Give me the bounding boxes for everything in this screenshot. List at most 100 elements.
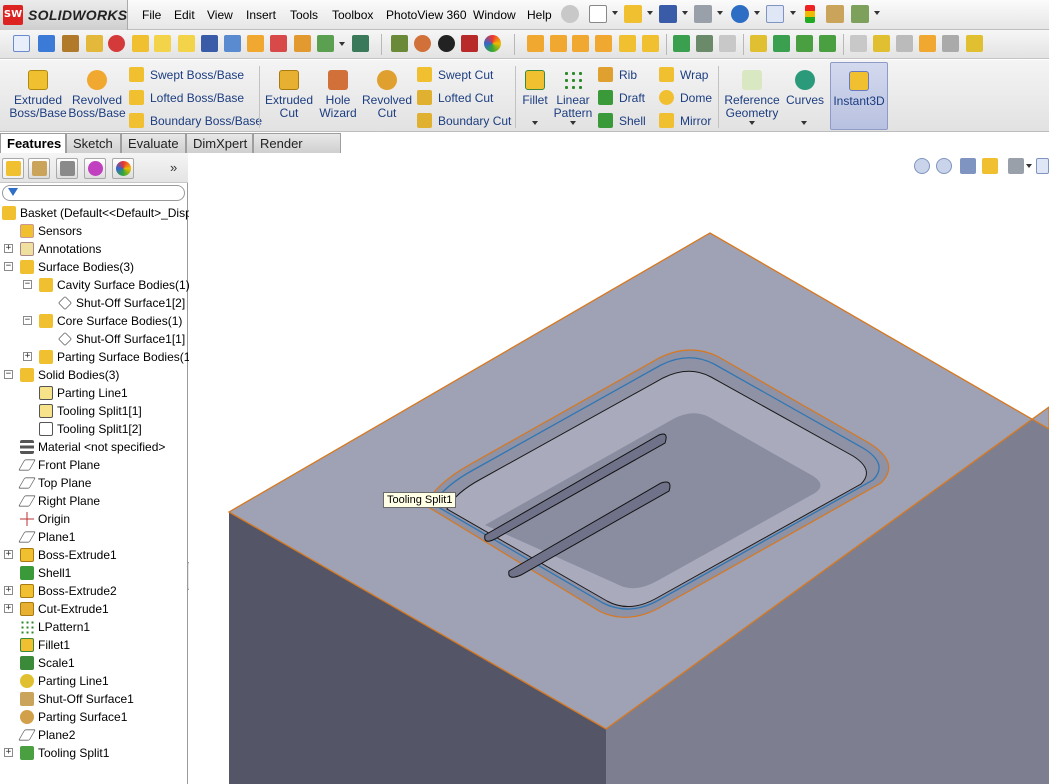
tree-item-origin[interactable]: Origin xyxy=(20,510,70,528)
checkbox-icon[interactable] xyxy=(154,35,171,52)
revolved-boss-button[interactable]: Revolved Boss/Base xyxy=(68,64,126,120)
tree-item-scale1[interactable]: Scale1 xyxy=(20,654,75,672)
tree-item-shell1[interactable]: Shell1 xyxy=(20,564,71,582)
configuration-manager-tab[interactable] xyxy=(56,158,78,179)
feature-tree-tab[interactable] xyxy=(2,158,24,179)
collapse-toggle[interactable]: − xyxy=(4,262,13,271)
surface-icon-2[interactable] xyxy=(550,35,567,52)
chevron-down-icon[interactable] xyxy=(647,11,653,15)
dimxpert-manager-tab[interactable] xyxy=(84,158,106,179)
swept-boss-button[interactable]: Swept Boss/Base xyxy=(129,66,244,86)
solidworks-logo[interactable]: SW SOLIDWORKS xyxy=(0,0,128,30)
sum-icon[interactable] xyxy=(201,35,218,52)
extruded-cut-button[interactable]: Extruded Cut xyxy=(264,64,314,120)
tree-item-parting-surface1[interactable]: Parting Surface1 xyxy=(20,708,127,726)
menu-edit[interactable]: Edit xyxy=(174,8,195,22)
pin-icon[interactable] xyxy=(561,5,579,23)
select-pointer-icon[interactable] xyxy=(766,5,784,23)
disabled-tool-icon[interactable] xyxy=(719,35,736,52)
tab-dimxpert[interactable]: DimXpert xyxy=(186,133,253,153)
extruded-boss-button[interactable]: Extruded Boss/Base xyxy=(8,64,68,120)
menu-tools[interactable]: Tools xyxy=(290,8,318,22)
ruled-surface-icon[interactable] xyxy=(896,35,913,52)
boundary-boss-button[interactable]: Boundary Boss/Base xyxy=(129,112,262,132)
chevron-down-icon[interactable] xyxy=(339,42,345,46)
tab-sketch[interactable]: Sketch xyxy=(66,133,121,153)
rebuild-icon[interactable] xyxy=(805,5,815,23)
display-style-icon[interactable] xyxy=(1036,158,1049,174)
tree-item-shut-off-surface-1[interactable]: Shut-Off Surface1[1] xyxy=(58,330,185,348)
lofted-boss-button[interactable]: Lofted Boss/Base xyxy=(129,89,244,109)
menu-file[interactable]: File xyxy=(142,8,161,22)
expand-toggle[interactable]: + xyxy=(4,586,13,595)
save-icon[interactable] xyxy=(659,5,677,23)
menu-view[interactable]: View xyxy=(207,8,233,22)
checkbox-icon-2[interactable] xyxy=(178,35,195,52)
chevron-down-icon[interactable] xyxy=(874,11,880,15)
surface-icon-4[interactable] xyxy=(595,35,612,52)
offset-surface-icon[interactable] xyxy=(942,35,959,52)
tree-item-material[interactable]: Material <not specified> xyxy=(20,438,165,456)
tree-item-cavity-surface-bodies[interactable]: Cavity Surface Bodies(1) xyxy=(39,276,190,294)
draft-analysis-icon[interactable] xyxy=(247,35,264,52)
tree-item-tooling-split1-1[interactable]: Tooling Split1[1] xyxy=(39,402,142,420)
tree-item-surface-bodies[interactable]: Surface Bodies(3) xyxy=(20,258,134,276)
core-tool-icon[interactable] xyxy=(873,35,890,52)
stop-icon[interactable] xyxy=(461,35,478,52)
tree-item-right-plane[interactable]: Right Plane xyxy=(18,492,100,510)
tooling-split-icon[interactable] xyxy=(819,35,836,52)
collapse-toggle[interactable]: − xyxy=(23,280,32,289)
expand-toggle[interactable]: + xyxy=(4,244,13,253)
traffic-light-icon[interactable] xyxy=(132,35,149,52)
tree-item-parting-line1[interactable]: Parting Line1 xyxy=(20,672,109,690)
tree-item-plane2[interactable]: Plane2 xyxy=(18,726,75,744)
display-manager-tab[interactable] xyxy=(112,158,134,179)
zoom-to-area-icon[interactable] xyxy=(936,158,952,174)
parting-line-analysis-icon[interactable] xyxy=(294,35,311,52)
split-line-icon[interactable] xyxy=(966,35,983,52)
tree-item-sensors[interactable]: Sensors xyxy=(20,222,82,240)
reference-geometry-button[interactable]: Reference Geometry xyxy=(722,64,782,120)
tree-item-solid-bodies[interactable]: Solid Bodies(3) xyxy=(20,366,119,384)
menu-help[interactable]: Help xyxy=(527,8,552,22)
chevron-down-icon[interactable] xyxy=(570,121,576,125)
property-manager-tab[interactable] xyxy=(28,158,50,179)
tree-item-cut-extrude1[interactable]: Cut-Extrude1 xyxy=(20,600,109,618)
dome-button[interactable]: Dome xyxy=(659,89,712,109)
chevron-down-icon[interactable] xyxy=(682,11,688,15)
chevron-down-icon[interactable] xyxy=(749,121,755,125)
mirror-button[interactable]: Mirror xyxy=(659,112,711,132)
tree-filter-input[interactable] xyxy=(2,185,185,201)
rib-button[interactable]: Rib xyxy=(598,66,637,86)
parting-line-icon[interactable] xyxy=(750,35,767,52)
mold-tools-icon[interactable] xyxy=(391,35,408,52)
tree-item-tooling-split1[interactable]: Tooling Split1 xyxy=(20,744,109,762)
draft-button[interactable]: Draft xyxy=(598,89,645,109)
tree-item-boss-extrude2[interactable]: Boss-Extrude2 xyxy=(20,582,117,600)
expand-toggle[interactable]: + xyxy=(4,748,13,757)
chevron-down-icon[interactable] xyxy=(612,11,618,15)
new-document-icon[interactable] xyxy=(589,5,607,23)
undo-icon[interactable] xyxy=(731,5,749,23)
zoom-to-fit-icon[interactable] xyxy=(914,158,930,174)
tab-features[interactable]: Features xyxy=(0,133,66,153)
scale-icon[interactable] xyxy=(414,35,431,52)
chevron-down-icon[interactable] xyxy=(717,11,723,15)
tree-item-annotations[interactable]: Annotations xyxy=(20,240,101,258)
tree-item-top-plane[interactable]: Top Plane xyxy=(18,474,91,492)
interference-icon[interactable] xyxy=(224,35,241,52)
print-icon[interactable] xyxy=(694,5,712,23)
tree-item-shut-off-surface-2[interactable]: Shut-Off Surface1[2] xyxy=(58,294,185,312)
surface-icon-3[interactable] xyxy=(572,35,589,52)
chevron-down-icon[interactable] xyxy=(532,121,538,125)
swept-cut-button[interactable]: Swept Cut xyxy=(417,66,493,86)
tree-item-core-surface-bodies[interactable]: Core Surface Bodies(1) xyxy=(39,312,182,330)
chevron-down-icon[interactable] xyxy=(1026,164,1032,168)
chevron-down-icon[interactable] xyxy=(754,11,760,15)
section-view-icon[interactable] xyxy=(982,158,998,174)
linear-pattern-button[interactable]: Linear Pattern xyxy=(552,64,594,120)
graphics-viewport[interactable]: Tooling Split1 xyxy=(189,153,1049,784)
tree-item-parting-line1-body[interactable]: Parting Line1 xyxy=(39,384,128,402)
check-icon[interactable] xyxy=(108,35,125,52)
measure-icon[interactable] xyxy=(38,35,55,52)
